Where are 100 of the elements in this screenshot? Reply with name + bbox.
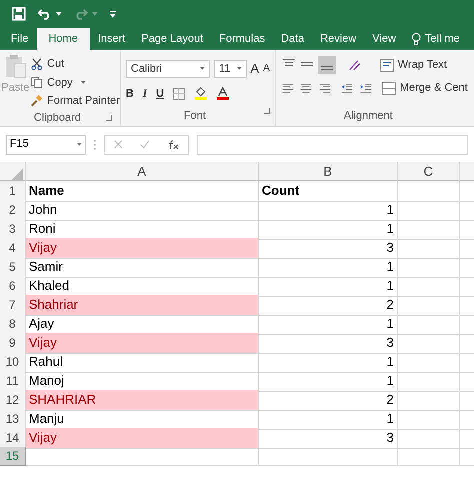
ribbon-tab[interactable]: File (3, 28, 37, 50)
table-cell: Samir (26, 257, 259, 278)
table-cell: 3 (259, 238, 398, 258)
column-header[interactable]: A (26, 162, 259, 182)
row-header[interactable]: 11 (0, 371, 26, 392)
ribbon-tab[interactable]: Home (36, 28, 90, 50)
caret-icon[interactable] (56, 12, 62, 16)
align-right-icon[interactable] (318, 82, 332, 94)
row-header[interactable]: 5 (0, 257, 26, 278)
fill-color-icon[interactable] (194, 87, 208, 100)
caret-icon (200, 67, 206, 70)
table-cell: John (26, 200, 259, 220)
align-left-icon[interactable] (282, 82, 294, 94)
table-cell: 2 (259, 295, 398, 316)
group-label: Font (184, 108, 206, 124)
copy-button[interactable]: Copy (31, 74, 120, 91)
align-center-icon[interactable] (300, 82, 313, 94)
wrap-text-icon (380, 58, 394, 72)
table-cell: 1 (259, 219, 398, 240)
row-header[interactable]: 3 (0, 219, 26, 240)
ribbon-tab[interactable]: Formulas (211, 28, 274, 50)
row-header[interactable]: 9 (0, 333, 26, 354)
ribbon-tab[interactable]: Page Layout (134, 28, 212, 50)
group-label: Clipboard (34, 110, 82, 126)
caret-icon[interactable] (80, 81, 86, 84)
bold-button[interactable]: B (126, 86, 134, 102)
font-size-field[interactable]: 11 (214, 60, 247, 78)
italic-button[interactable]: I (142, 86, 148, 102)
function-icon[interactable] (167, 140, 180, 150)
empty-cell (398, 371, 460, 392)
increase-indent-icon[interactable] (360, 82, 372, 94)
dialog-launcher-icon[interactable] (106, 114, 112, 121)
ribbon-tab[interactable]: Review (312, 28, 365, 50)
row-header[interactable]: 1 (0, 181, 26, 202)
table-cell: Vijay (26, 238, 259, 258)
column-header[interactable]: B (259, 162, 398, 182)
row-header[interactable]: 8 (0, 314, 26, 334)
table-cell: 3 (259, 428, 398, 448)
empty-cell (398, 200, 460, 220)
dialog-launcher-icon[interactable] (264, 108, 270, 114)
undo-icon[interactable] (38, 8, 52, 20)
table-cell: Shahriar (26, 295, 259, 316)
row-header[interactable]: 6 (0, 276, 26, 296)
paintbrush-icon (31, 95, 44, 108)
row-header[interactable]: 4 (0, 238, 26, 258)
customize-icon[interactable] (110, 10, 116, 18)
table-cell: 1 (259, 200, 398, 220)
wrap-text-button[interactable]: Wrap Text (380, 56, 448, 74)
formula-field[interactable] (197, 134, 468, 154)
row-header[interactable]: 14 (0, 428, 26, 448)
table-cell: Rahul (26, 352, 259, 372)
merge-center-button[interactable]: Merge & Cent (382, 80, 468, 96)
caret-icon (236, 67, 242, 70)
table-cell: Name (26, 181, 259, 202)
cut-button[interactable]: Cut (31, 56, 120, 72)
table-cell: 1 (259, 314, 398, 334)
row-header[interactable]: 2 (0, 200, 26, 220)
empty-cell (398, 409, 460, 430)
copy-icon (31, 76, 44, 89)
row-header[interactable]: 7 (0, 295, 26, 316)
table-cell: 1 (259, 352, 398, 372)
table-cell: Vijay (26, 428, 259, 448)
bottom-align-icon[interactable] (318, 56, 336, 74)
lightbulb-icon (412, 32, 422, 46)
ribbon-tab[interactable]: Data (273, 28, 312, 50)
empty-cell (398, 276, 460, 296)
empty-cell (398, 181, 460, 202)
table-cell: Vijay (26, 333, 259, 354)
scissors-icon (31, 58, 44, 70)
row-header[interactable]: 12 (0, 390, 26, 410)
row-header[interactable]: 13 (0, 409, 26, 430)
ribbon-tab[interactable]: View (364, 28, 404, 50)
clipboard-icon (4, 54, 28, 80)
row-header[interactable]: 15 (0, 447, 26, 466)
borders-icon[interactable] (173, 88, 186, 100)
table-cell: 1 (259, 257, 398, 278)
empty-cell (398, 333, 460, 354)
name-box[interactable]: F15 (6, 134, 86, 154)
empty-cell (398, 352, 460, 372)
empty-cell (398, 257, 460, 278)
empty-cell (398, 314, 460, 334)
font-color-icon[interactable] (217, 87, 230, 100)
empty-cell (398, 428, 460, 448)
table-cell: 1 (259, 409, 398, 430)
table-cell: SHAHRIAR (26, 390, 259, 410)
save-icon[interactable] (12, 7, 26, 21)
grow-font-button[interactable]: A (250, 59, 260, 78)
format-painter-button[interactable]: Format Painter (31, 93, 120, 110)
table-cell: 2 (259, 390, 398, 410)
font-name-field[interactable]: Calibri (126, 60, 210, 78)
shrink-font-button[interactable]: A (263, 61, 270, 76)
caret-icon (77, 143, 82, 146)
table-cell: 1 (259, 276, 398, 296)
table-cell: 1 (259, 371, 398, 392)
tell-me-field[interactable]: Tell me (404, 28, 460, 50)
decrease-indent-icon[interactable] (341, 82, 354, 94)
ribbon-tab[interactable]: Insert (90, 28, 134, 50)
column-header[interactable]: C (398, 162, 460, 182)
row-header[interactable]: 10 (0, 352, 26, 372)
underline-button[interactable]: U (156, 86, 164, 102)
